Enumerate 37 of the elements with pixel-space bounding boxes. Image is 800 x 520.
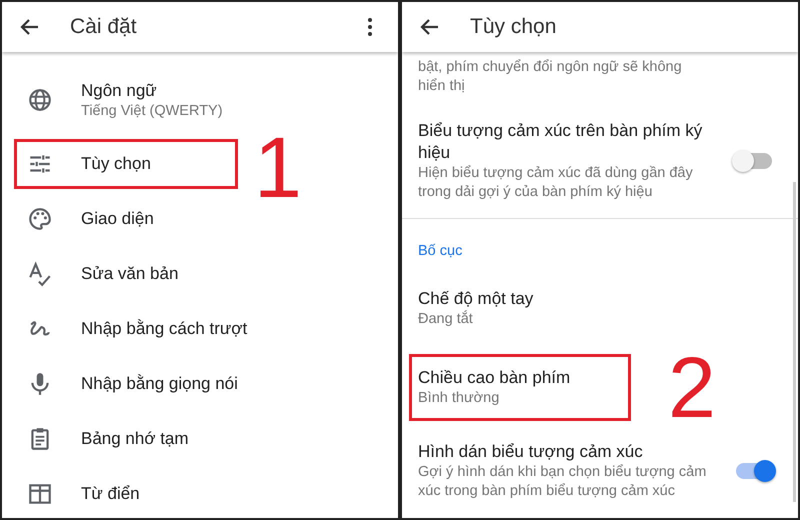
item-label: Chế độ một tay <box>418 288 534 310</box>
item-label: Tùy chọn <box>81 152 151 174</box>
settings-item[interactable]: Sửa văn bản <box>14 248 238 298</box>
globe-icon <box>27 87 53 113</box>
item-label: Bảng nhớ tạm <box>81 428 189 450</box>
settings-item[interactable]: Nhập bằng cách trượt <box>14 304 258 354</box>
scrollbar[interactable] <box>793 182 796 502</box>
item-label: Hình dán biểu tượng cảm xúc <box>418 441 644 463</box>
section-header: Bố cục <box>418 242 464 261</box>
settings-item[interactable]: Chiều cao bàn phím Bình thường <box>409 354 631 421</box>
item-subtitle: Hiện biểu tượng cảm xúc đã dùng gần đây trong dải gợi ý của bàn phím ký hiệu <box>418 164 694 202</box>
settings-item[interactable]: Bảng nhớ tạm <box>14 414 238 464</box>
settings-item[interactable]: Tùy chọn <box>14 138 238 188</box>
item-label: Nhập bằng giọng nói <box>81 372 238 394</box>
item-subtitle: Gợi ý hình dán khi bạn chọn biểu tượng cảm xúc trong bàn phím biểu tượng cảm xúc <box>418 463 708 501</box>
item-subtitle: Đang tắt <box>418 310 474 329</box>
screen-title: Cài đặt <box>70 15 138 39</box>
item-subtitle: Tiếng Việt (QWERTY) <box>81 102 223 120</box>
settings-item[interactable]: Chế độ một tay Đang tắt <box>409 275 631 342</box>
settings-item[interactable]: Nhập bằng giọng nói <box>14 358 249 408</box>
item-label: Ngôn ngữ <box>81 80 158 102</box>
screen-title: Tùy chọn <box>470 15 558 39</box>
item-label: Giao diện <box>81 208 154 230</box>
settings-item[interactable]: Từ điển <box>14 468 238 518</box>
item-label: Từ điển <box>81 482 140 504</box>
palette-icon <box>27 206 53 232</box>
item-label: Nhập bằng cách trượt <box>81 318 248 340</box>
item-label: Biểu tượng cảm xúc trên bàn phím ký hiệu <box>418 120 704 164</box>
step-number: 2 <box>668 348 716 428</box>
settings-item[interactable]: Ngôn ngữ Tiếng Việt (QWERTY) <box>14 75 238 125</box>
item-label: Sửa văn bản <box>81 262 178 284</box>
step-number: 1 <box>254 128 302 208</box>
item-subtitle: Bình thường <box>418 389 500 408</box>
item-label: Chiều cao bàn phím <box>418 367 572 389</box>
settings-item[interactable]: Giao diện <box>14 194 238 244</box>
spellcheck-icon <box>27 260 53 286</box>
item-subtitle: bật, phím chuyển đổi ngôn ngữ sẽ không hiển thị <box>418 58 683 96</box>
